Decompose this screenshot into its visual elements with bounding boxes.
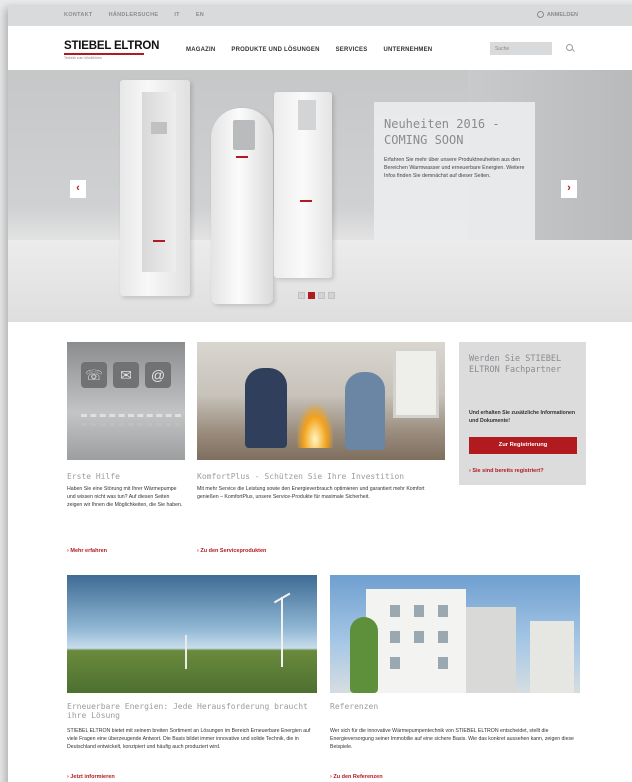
card-text-erste-hilfe: Haben Sie eine Störung mit Ihrer Wärmepu…	[67, 486, 183, 508]
card-title-erneuerbare[interactable]: Erneuerbare Energien: Jede Herausforderu…	[67, 702, 317, 720]
main-nav: MAGAZIN PRODUKTE UND LÖSUNGEN SERVICES U…	[186, 47, 432, 53]
partner-title: Werden Sie STIEBEL ELTRON Fachpartner	[469, 354, 562, 375]
header: STIEBEL ELTRON Technik zum Wohlfühlen MA…	[8, 26, 632, 70]
register-button[interactable]: Zur Registrierung	[469, 437, 577, 454]
hero-text: Erfahren Sie mehr über unsere Produktneu…	[384, 157, 525, 179]
nav-item-services[interactable]: SERVICES	[336, 47, 368, 53]
login-label: ANMELDEN	[546, 11, 578, 18]
util-link-it[interactable]: IT	[174, 12, 180, 18]
card-text-referenzen: Wer sich für die innovative Wärmepumpent…	[330, 728, 574, 750]
referenzen-image[interactable]	[330, 575, 580, 693]
card-title-komfortplus[interactable]: KomfortPlus - Schützen Sie Ihre Investit…	[197, 472, 404, 481]
page-fade	[8, 778, 632, 782]
cable-image	[81, 414, 181, 426]
erneuerbare-energien-image[interactable]	[67, 575, 317, 693]
user-icon	[536, 11, 544, 18]
page: KONTAKT HÄNDLERSUCHE IT EN ANMELDEN STIE…	[8, 6, 632, 782]
komfortplus-image[interactable]	[197, 342, 445, 460]
erste-hilfe-image[interactable]: ☏ ✉ @	[67, 342, 185, 460]
slider-dot[interactable]	[318, 292, 325, 299]
slider-dot[interactable]	[298, 292, 305, 299]
more-link-komfortplus[interactable]: › Zu den Serviceprodukten	[197, 548, 266, 554]
hero-prev-button[interactable]: ‹	[70, 180, 86, 198]
hero-next-button[interactable]: ›	[561, 180, 577, 198]
mail-icon: ✉	[113, 362, 139, 388]
search-icon[interactable]	[566, 44, 573, 51]
hero-teaser: Neuheiten 2016 - COMING SOON Erfahren Si…	[374, 102, 535, 240]
slider-dot[interactable]	[328, 292, 335, 299]
card-title-referenzen[interactable]: Referenzen	[330, 702, 378, 711]
nav-item-unternehmen[interactable]: UNTERNEHMEN	[383, 47, 432, 53]
hero-title: Neuheiten 2016 - COMING SOON	[384, 117, 500, 147]
util-link-en[interactable]: EN	[196, 12, 204, 18]
slider-dots	[298, 292, 335, 299]
card-text-komfortplus: Mit mehr Service die Leistung sowie den …	[197, 486, 425, 500]
partner-box: Werden Sie STIEBEL ELTRON Fachpartner Un…	[459, 342, 586, 485]
nav-item-produkte[interactable]: PRODUKTE UND LÖSUNGEN	[231, 47, 319, 53]
search-placeholder: Suche	[495, 45, 510, 52]
hero-slider: Neuheiten 2016 - COMING SOON Erfahren Si…	[8, 70, 632, 322]
utility-bar: KONTAKT HÄNDLERSUCHE IT EN ANMELDEN	[8, 6, 632, 26]
water-heater-image	[211, 108, 273, 304]
util-link-haendlersuche[interactable]: HÄNDLERSUCHE	[109, 12, 159, 18]
card-title-erste-hilfe[interactable]: Erste Hilfe	[67, 472, 120, 481]
logo[interactable]: STIEBEL ELTRON Technik zum Wohlfühlen	[64, 40, 159, 60]
heat-pump-image	[120, 80, 190, 296]
more-link-erste-hilfe[interactable]: › Mehr erfahren	[67, 548, 107, 554]
at-icon: @	[145, 362, 171, 388]
phone-icon: ☏	[81, 362, 107, 388]
util-link-kontakt[interactable]: KONTAKT	[64, 12, 93, 18]
logo-name: STIEBEL ELTRON	[64, 40, 160, 52]
partner-text: Und erhalten Sie zusätzliche Information…	[469, 410, 576, 424]
logo-tagline: Technik zum Wohlfühlen	[64, 55, 102, 60]
slider-dot-active[interactable]	[308, 292, 315, 299]
already-registered-link[interactable]: › Sie sind bereits registriert?	[469, 468, 544, 474]
card-text-erneuerbare: STIEBEL ELTRON bietet mit seinem breiten…	[67, 728, 311, 750]
login-link[interactable]: ANMELDEN	[536, 11, 578, 18]
logo-bar	[64, 53, 144, 55]
nav-item-magazin[interactable]: MAGAZIN	[186, 47, 215, 53]
search-input[interactable]: Suche	[490, 42, 552, 55]
storage-tank-image	[274, 92, 332, 278]
